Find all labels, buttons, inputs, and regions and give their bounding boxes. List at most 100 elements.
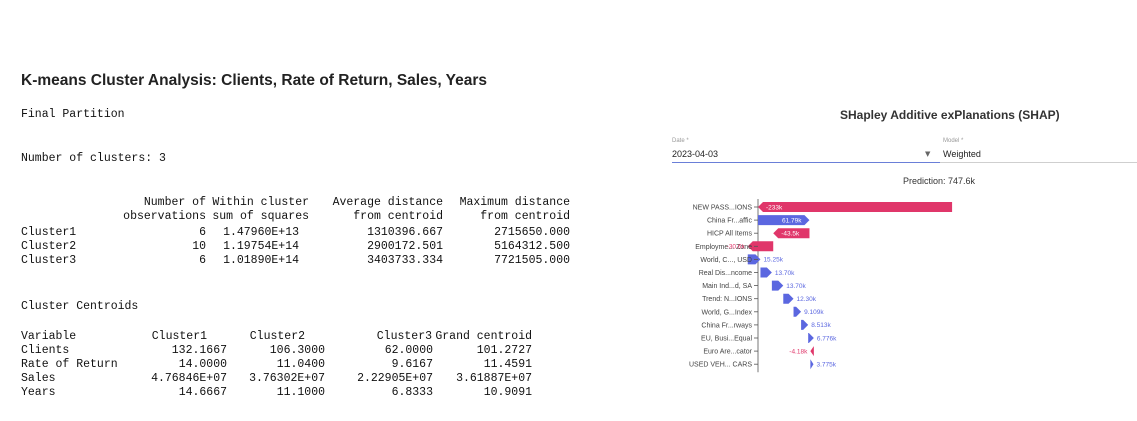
model-select[interactable]: Weighted bbox=[943, 149, 1133, 159]
header-cell: Maximum distance bbox=[459, 196, 570, 209]
feature-label: World, C..., USD bbox=[700, 257, 752, 264]
feature-label: Main Ind...d, SA bbox=[702, 283, 752, 290]
cluster1-cell: 4.76846E+07 bbox=[151, 372, 227, 385]
shap-bar bbox=[771, 280, 784, 291]
cluster3-cell: 9.6167 bbox=[391, 358, 433, 371]
feature-label: Real Dis...ncome bbox=[699, 270, 752, 277]
header-cell: Variable bbox=[21, 330, 77, 343]
value-label: 3.775k bbox=[817, 362, 837, 369]
feature-label: NEW PASS...IONS bbox=[693, 205, 753, 212]
avg-distance-cell: 3403733.334 bbox=[367, 254, 443, 267]
table-row: Years 14.6667 11.1000 6.8333 10.9091 bbox=[21, 386, 541, 400]
grand-centroid-cell: 11.4591 bbox=[483, 358, 532, 371]
header-cell: from centroid bbox=[480, 210, 570, 223]
value-label: 12.30k bbox=[797, 296, 817, 303]
observations-cell: 6 bbox=[199, 254, 206, 267]
shap-title: SHapley Additive exPlanations (SHAP) bbox=[840, 108, 1060, 122]
table-row: Clients 132.1667 106.3000 62.0000 101.27… bbox=[21, 344, 541, 358]
variable-name: Years bbox=[21, 386, 56, 399]
header-cell: Cluster3 bbox=[376, 330, 432, 343]
table-row: Cluster1 6 1.47960E+13 1310396.667 27156… bbox=[21, 226, 581, 240]
variable-name: Clients bbox=[21, 344, 70, 357]
shap-bar bbox=[810, 359, 814, 370]
value-label: 15.25k bbox=[763, 257, 783, 264]
table-row: Sales 4.76846E+07 3.76302E+07 2.22905E+0… bbox=[21, 372, 541, 386]
shap-bar bbox=[783, 293, 794, 304]
max-distance-cell: 2715650.000 bbox=[494, 226, 570, 239]
shap-bar bbox=[747, 254, 761, 265]
feature-label: EU, Busi...Equal bbox=[701, 336, 752, 343]
feature-label: Employme... Zone bbox=[695, 244, 752, 251]
kmeans-title: K-means Cluster Analysis: Clients, Rate … bbox=[21, 72, 488, 89]
model-field-underline bbox=[940, 162, 1137, 163]
observations-cell: 6 bbox=[199, 226, 206, 239]
cluster1-cell: 132.1667 bbox=[171, 344, 227, 357]
header-cell: sum of squares bbox=[212, 210, 309, 223]
value-label: -30.6k bbox=[727, 244, 746, 251]
avg-distance-cell: 1310396.667 bbox=[367, 226, 443, 239]
cluster-name: Cluster1 bbox=[21, 226, 77, 239]
cluster1-cell: 14.0000 bbox=[178, 358, 227, 371]
partition-header-line1: Number of Within cluster Average distanc… bbox=[21, 196, 581, 210]
feature-label: Trend: N...IONS bbox=[702, 296, 752, 303]
value-label: 6.776k bbox=[817, 335, 837, 342]
header-cell: Cluster2 bbox=[249, 330, 305, 343]
shap-bar bbox=[758, 215, 810, 226]
header-cell: Average distance bbox=[332, 196, 443, 209]
value-label: 13.70k bbox=[786, 283, 806, 290]
number-of-clusters: Number of clusters: 3 bbox=[21, 152, 166, 165]
variable-name: Rate of Return bbox=[21, 358, 118, 371]
value-label: 13.70k bbox=[775, 270, 795, 277]
cluster3-cell: 62.0000 bbox=[384, 344, 433, 357]
cluster-centroids-table: Variable Cluster1 Cluster2 Cluster3 Gran… bbox=[21, 330, 541, 405]
cluster3-cell: 6.8333 bbox=[391, 386, 433, 399]
observations-cell: 10 bbox=[192, 240, 206, 253]
table-row: Cluster2 10 1.19754E+14 2900172.501 5164… bbox=[21, 240, 581, 254]
feature-label: HICP All Items bbox=[707, 231, 752, 238]
cluster2-cell: 11.1000 bbox=[276, 386, 325, 399]
sum-of-squares-cell: 1.47960E+13 bbox=[223, 226, 299, 239]
cluster2-cell: 106.3000 bbox=[269, 344, 325, 357]
value-label: 9.109k bbox=[804, 309, 824, 316]
header-cell: Cluster1 bbox=[151, 330, 207, 343]
sum-of-squares-cell: 1.19754E+14 bbox=[223, 240, 299, 253]
cluster2-cell: 3.76302E+07 bbox=[249, 372, 325, 385]
cluster3-cell: 2.22905E+07 bbox=[357, 372, 433, 385]
header-cell: Within cluster bbox=[212, 196, 309, 209]
grand-centroid-cell: 101.2727 bbox=[476, 344, 532, 357]
prediction-text: Prediction: 747.6k bbox=[903, 176, 976, 186]
date-field-label: Date * bbox=[672, 138, 689, 144]
chevron-down-icon[interactable]: ▼ bbox=[925, 150, 930, 158]
cluster-centroids-heading: Cluster Centroids bbox=[21, 300, 139, 313]
header-cell: observations bbox=[123, 210, 206, 223]
partition-header-line2: observations sum of squares from centroi… bbox=[21, 210, 581, 224]
value-label: 61.79k bbox=[782, 217, 802, 224]
sum-of-squares-cell: 1.01890E+14 bbox=[223, 254, 299, 267]
cluster-name: Cluster2 bbox=[21, 240, 77, 253]
table-row: Cluster3 6 1.01890E+14 3403733.334 77215… bbox=[21, 254, 581, 268]
header-cell: Number of bbox=[143, 196, 206, 209]
shap-bar bbox=[793, 306, 802, 317]
value-label: -43.5k bbox=[781, 231, 800, 238]
shap-bar bbox=[808, 333, 814, 343]
feature-label: China Fr...rways bbox=[701, 322, 752, 329]
feature-label: Euro Are...cator bbox=[703, 349, 752, 356]
feature-label: World, G...Index bbox=[702, 309, 753, 316]
cluster2-cell: 11.0400 bbox=[276, 358, 325, 371]
value-label: -233k bbox=[766, 204, 783, 211]
shap-bar bbox=[801, 319, 809, 330]
feature-label: USED VEH... CARS bbox=[689, 362, 752, 369]
value-label: 8.513k bbox=[811, 322, 831, 329]
model-field-label: Model * bbox=[943, 138, 964, 144]
variable-name: Sales bbox=[21, 372, 56, 385]
date-field[interactable]: 2023-04-03 bbox=[672, 149, 922, 159]
shap-bar bbox=[760, 267, 772, 278]
header-cell: Grand centroid bbox=[435, 330, 532, 343]
grand-centroid-cell: 3.61887E+07 bbox=[456, 372, 532, 385]
final-partition-heading: Final Partition bbox=[21, 108, 125, 121]
shap-bar bbox=[747, 241, 774, 252]
shap-bar bbox=[758, 202, 953, 212]
final-partition-table: Number of Within cluster Average distanc… bbox=[21, 196, 581, 276]
cluster1-cell: 14.6667 bbox=[178, 386, 227, 399]
cluster-name: Cluster3 bbox=[21, 254, 77, 267]
